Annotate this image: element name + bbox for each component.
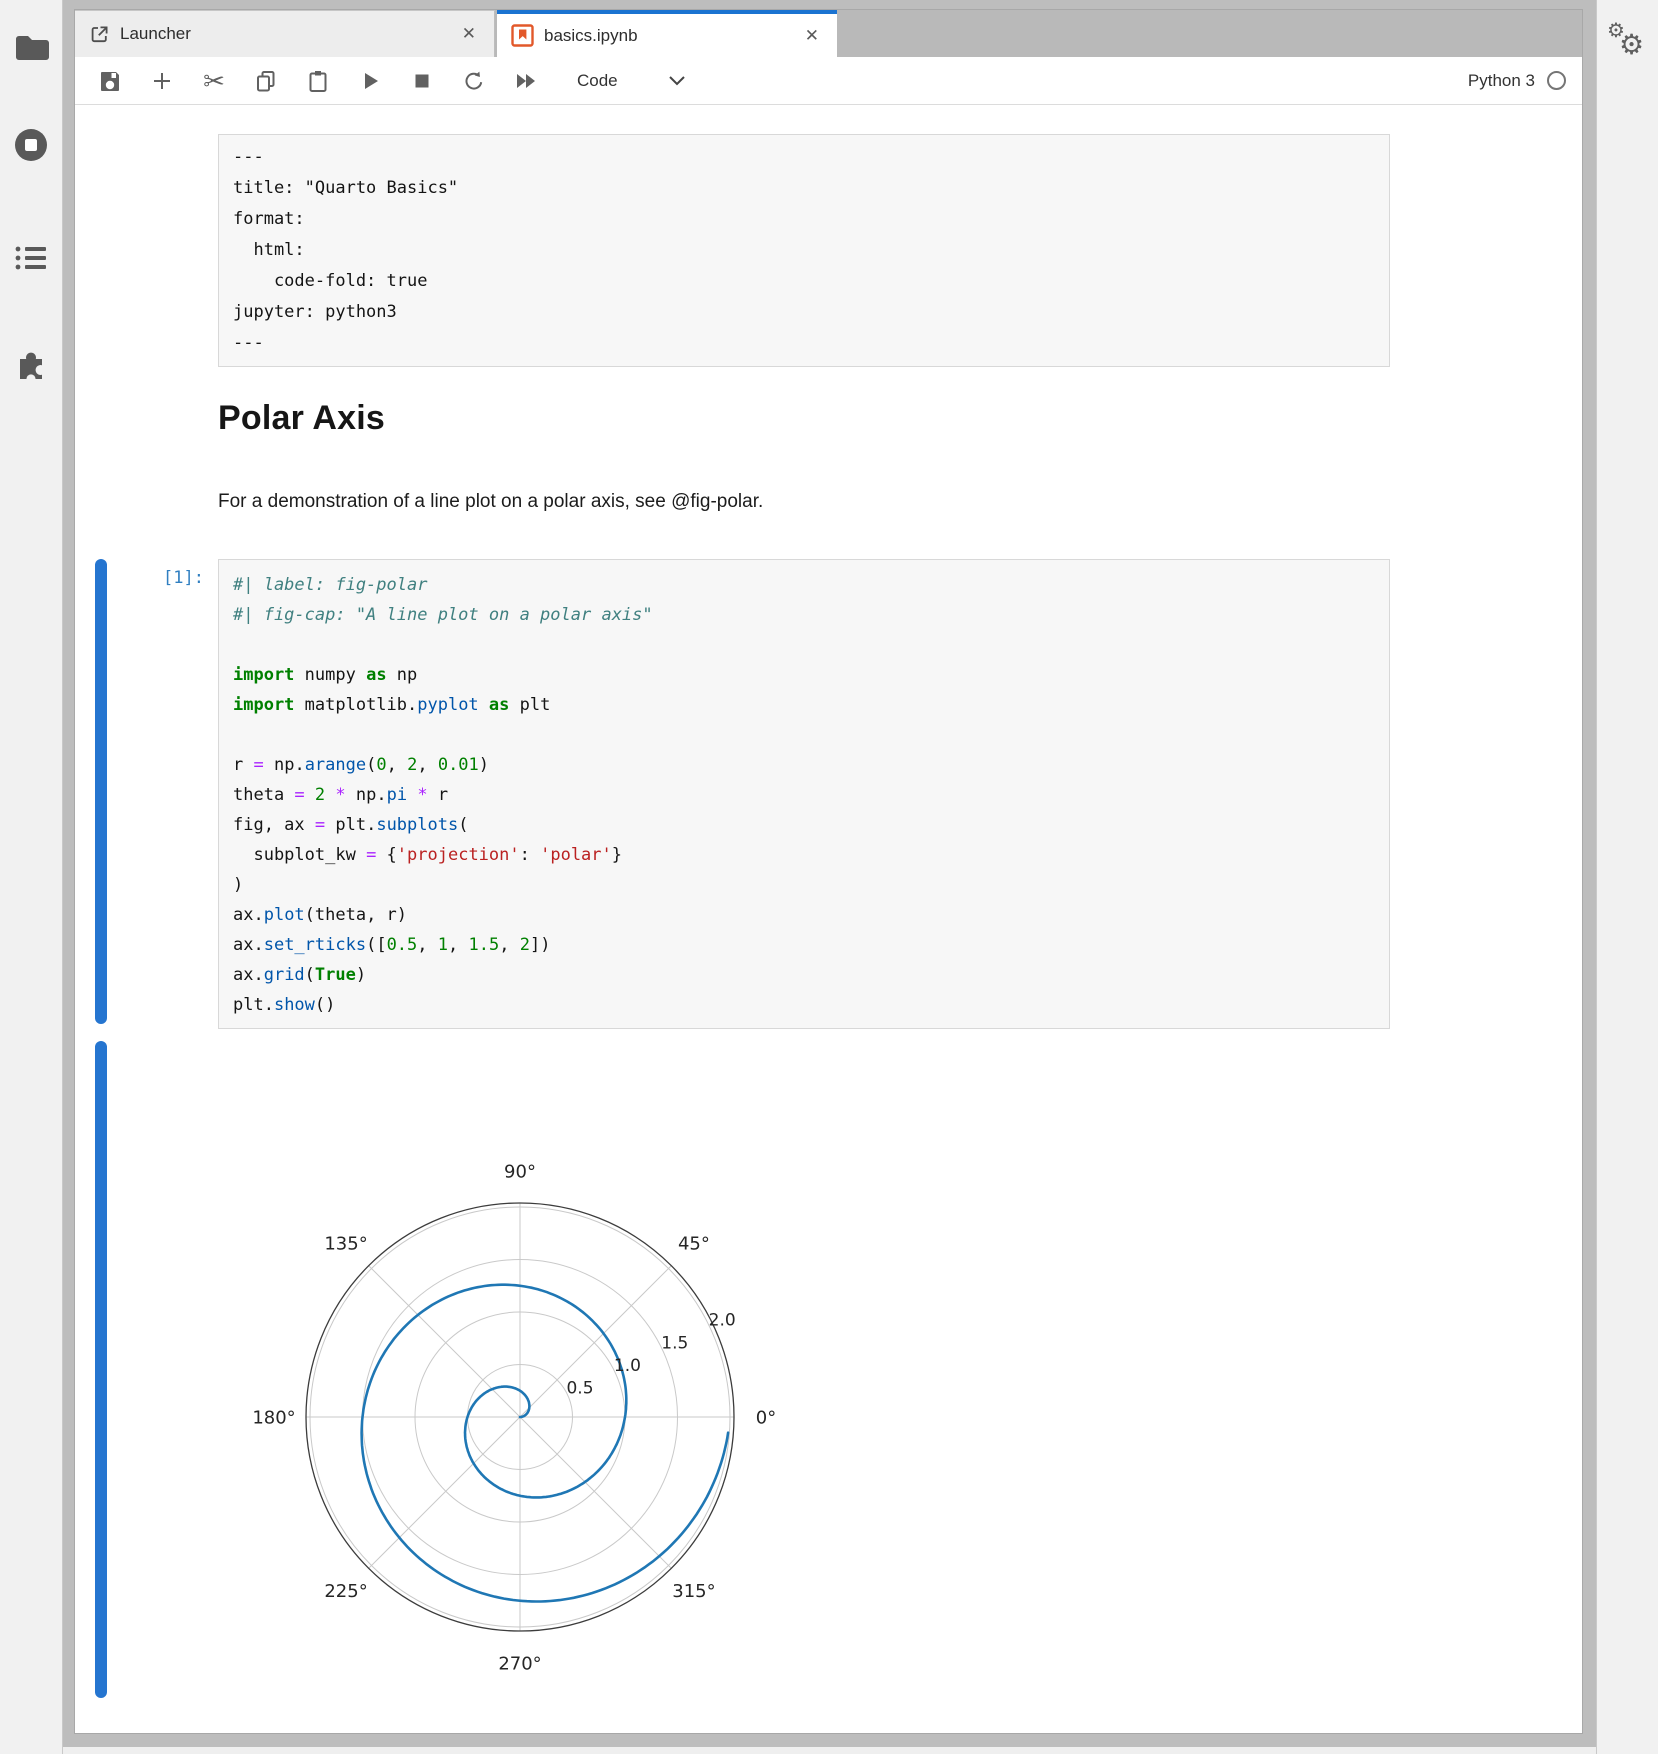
list-icon (14, 244, 48, 272)
sidebar-item-table-of-contents[interactable] (13, 240, 49, 276)
run-cell-button[interactable] (355, 66, 385, 96)
r-tick-label: 1.5 (661, 1333, 688, 1353)
r-tick-label: 2.0 (709, 1311, 736, 1331)
main-dock-panel: Launcher ✕ basics.ipynb ✕ (75, 10, 1582, 1733)
stop-circle-icon (13, 127, 49, 163)
close-icon[interactable]: ✕ (458, 22, 480, 46)
chevron-down-icon (668, 75, 686, 87)
sidebar-item-extensions[interactable] (13, 346, 49, 382)
tab-basics-ipynb[interactable]: basics.ipynb ✕ (497, 10, 837, 57)
polar-plot-figure: 0° 45° 90° 135° 180° 225° 270° 315° 0.5 1.0 1.5 2.0 (240, 1041, 820, 1701)
run-all-button[interactable] (511, 66, 541, 96)
r-tick-label: 1.0 (614, 1356, 641, 1376)
polar-plot-svg: 0° 45° 90° 135° 180° 225° 270° 315° 0.5 1.0 1.5 2.0 (240, 1041, 820, 1701)
theta-tick-label: 315° (672, 1581, 715, 1602)
tab-basics-label: basics.ipynb (544, 26, 638, 46)
kernel-indicator[interactable]: Python 3 (1468, 71, 1566, 91)
markdown-heading: Polar Axis (218, 399, 385, 438)
sidebar-item-running-kernels[interactable] (13, 127, 49, 163)
notebook-icon (511, 24, 534, 47)
copy-cells-button[interactable] (251, 66, 281, 96)
cell-type-select[interactable]: Code (577, 71, 686, 91)
r-tick-label: 0.5 (566, 1378, 593, 1398)
tab-launcher-label: Launcher (120, 24, 191, 44)
add-cell-button[interactable] (147, 66, 177, 96)
right-sidebar-strip: ⚙ ⚙ (1596, 0, 1658, 1754)
code-cell-editor[interactable]: #| label: fig-polar#| fig-cap: "A line p… (218, 559, 1390, 1029)
save-button[interactable] (95, 66, 125, 96)
cell-type-label: Code (577, 71, 618, 91)
code-cell: [1]: #| label: fig-polar#| fig-cap: "A l… (95, 559, 1390, 1029)
launcher-icon (89, 24, 110, 45)
tab-bar: Launcher ✕ basics.ipynb ✕ (75, 10, 1582, 57)
theta-tick-label: 180° (252, 1407, 295, 1428)
theta-tick-label: 0° (756, 1407, 776, 1428)
close-icon[interactable]: ✕ (801, 24, 823, 48)
notebook-content: ---title: "Quarto Basics"format: html: c… (75, 105, 1582, 1733)
gears-icon[interactable]: ⚙ ⚙ (1605, 18, 1651, 64)
cut-cells-button[interactable]: ✂ (199, 66, 229, 96)
restart-kernel-button[interactable] (459, 66, 489, 96)
theta-tick-label: 135° (324, 1233, 367, 1254)
status-bar-strip (0, 1747, 1658, 1754)
tab-launcher[interactable]: Launcher ✕ (75, 10, 495, 57)
puzzle-icon (13, 346, 49, 382)
output-area: 0° 45° 90° 135° 180° 225° 270° 315° 0.5 1.0 1.5 2.0 (95, 1041, 820, 1701)
activity-bar (0, 0, 63, 1754)
execution-count: [1]: (107, 559, 218, 1029)
kernel-name: Python 3 (1468, 71, 1535, 91)
cell-collapser[interactable] (95, 559, 107, 1024)
raw-cell-editor[interactable]: ---title: "Quarto Basics"format: html: c… (218, 134, 1390, 367)
output-prompt (107, 1041, 218, 1701)
output-collapser[interactable] (95, 1041, 107, 1698)
kernel-status-icon (1547, 71, 1566, 90)
folder-icon (13, 33, 49, 63)
jupyterlab-window: ⚙ ⚙ Launcher ✕ (0, 0, 1658, 1754)
notebook-toolbar: ✂ Code (75, 57, 1582, 105)
theta-tick-label: 90° (504, 1161, 536, 1182)
sidebar-item-file-browser[interactable] (13, 30, 49, 66)
theta-tick-label: 270° (498, 1653, 541, 1674)
theta-tick-label: 45° (678, 1233, 710, 1254)
markdown-paragraph: For a demonstration of a line plot on a … (218, 491, 763, 513)
stop-kernel-button[interactable] (407, 66, 437, 96)
theta-tick-label: 225° (324, 1581, 367, 1602)
paste-cells-button[interactable] (303, 66, 333, 96)
